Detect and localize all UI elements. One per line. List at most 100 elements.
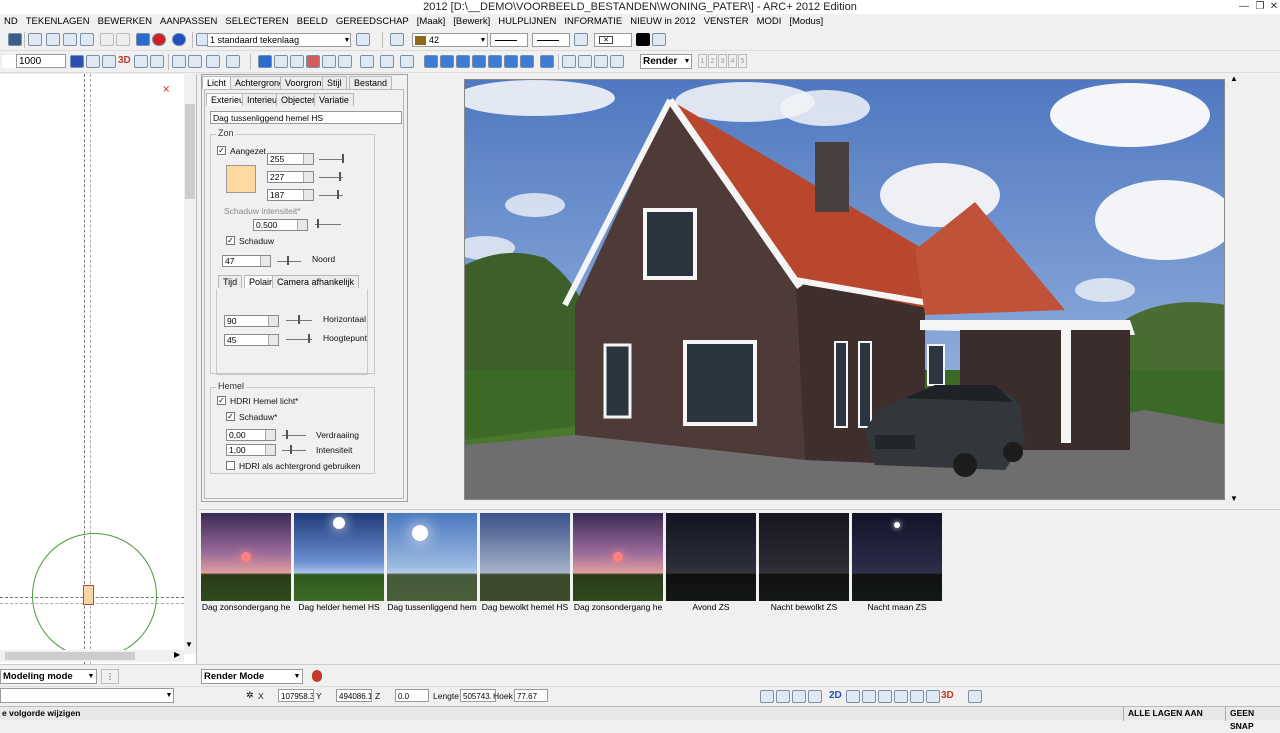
stop-icon[interactable] — [152, 33, 166, 46]
paste-icon[interactable] — [80, 33, 94, 46]
intensiteit-input[interactable]: 1,00 — [226, 444, 276, 456]
y-input[interactable]: 494086.1 — [336, 689, 372, 702]
sun-red-slider[interactable] — [319, 154, 347, 164]
x-input[interactable]: 107958.3 — [278, 689, 314, 702]
preset-box-3[interactable]: 3 — [718, 54, 727, 68]
modeling-mode-select[interactable]: Modeling mode — [0, 669, 97, 684]
preset-box-2[interactable]: 2 — [708, 54, 717, 68]
sky-preset-thumbnail[interactable]: Avond ZS — [666, 513, 756, 613]
view-3d-button[interactable]: 3D — [118, 55, 131, 66]
menu-item-11[interactable]: NIEUW in 2012 — [626, 14, 699, 29]
redo-icon[interactable] — [116, 33, 130, 46]
arrow-up-icon[interactable] — [136, 33, 150, 46]
camera-marker-icon[interactable] — [83, 585, 94, 605]
lineweight-select[interactable] — [532, 33, 570, 47]
pen-tool-icon[interactable] — [380, 55, 394, 68]
horizontal-scrollbar[interactable]: ▶ — [0, 650, 184, 662]
minimize-button[interactable]: — — [1236, 0, 1252, 14]
noord-input[interactable]: 47 — [222, 255, 271, 267]
pan-icon[interactable] — [456, 55, 470, 68]
mode-extra-button[interactable]: ⋮ — [101, 669, 119, 684]
close-button[interactable]: ✕ — [1266, 0, 1280, 14]
print-icon[interactable] — [28, 33, 42, 46]
stretch-icon[interactable] — [488, 55, 502, 68]
preset-box-1[interactable]: 1 — [698, 54, 707, 68]
schaduw-checkbox[interactable]: ✓ — [226, 236, 235, 245]
pencil-icon[interactable] — [2, 55, 16, 68]
hdri-background-checkbox[interactable] — [226, 461, 235, 470]
render-scrollbar[interactable]: ▲ ▼ — [1230, 74, 1242, 504]
sun-green-slider[interactable] — [319, 172, 347, 182]
pause-icon[interactable] — [70, 55, 84, 68]
menu-item-14[interactable]: [Modus] — [785, 14, 827, 29]
scale-input[interactable]: 1000 — [16, 54, 66, 68]
pen-icon[interactable] — [390, 33, 404, 46]
z-input[interactable]: 0.0 — [395, 689, 429, 702]
view-3d-bottom-button[interactable]: 3D — [941, 690, 954, 701]
sun-color-swatch[interactable] — [226, 165, 256, 193]
linetype-select[interactable] — [490, 33, 528, 47]
grid-icon[interactable] — [86, 55, 100, 68]
tab-sun-mode-2[interactable]: Camera afhankelijk — [272, 275, 360, 288]
pan-hand-icon[interactable] — [808, 690, 822, 703]
snap-status[interactable]: GEEN SNAP — [1225, 707, 1280, 731]
preset-box-5[interactable]: 5 — [738, 54, 747, 68]
hoogtepunt-slider[interactable] — [286, 334, 316, 344]
save-icon[interactable] — [8, 33, 22, 46]
zoom-in-icon[interactable] — [776, 690, 790, 703]
chevron-down-icon[interactable]: ▼ — [292, 670, 302, 683]
intensiteit-slider[interactable] — [282, 445, 310, 455]
aangezet-checkbox[interactable]: ✓ — [217, 146, 226, 155]
chevron-down-icon[interactable]: ▼ — [86, 670, 96, 683]
sun-blue-slider[interactable] — [319, 190, 347, 200]
command-input[interactable] — [0, 688, 174, 703]
view-front-icon[interactable] — [846, 690, 860, 703]
layer-select[interactable]: 1 standaard tekenlaag — [207, 33, 351, 47]
preset-box-4[interactable]: 4 — [728, 54, 737, 68]
preset-field[interactable]: Dag tussenliggend hemel HS — [210, 111, 402, 124]
noord-slider[interactable] — [277, 256, 305, 266]
select-arrow-icon[interactable] — [258, 55, 272, 68]
sun-blue-input[interactable]: 187 — [267, 189, 314, 201]
move-icon[interactable] — [424, 55, 438, 68]
horizontaal-slider[interactable] — [286, 315, 316, 325]
menu-item-12[interactable]: VENSTER — [700, 14, 753, 29]
zoom-icon[interactable] — [134, 55, 148, 68]
cut-icon[interactable] — [46, 33, 60, 46]
extend-icon[interactable] — [578, 55, 592, 68]
zoom-out-icon[interactable] — [792, 690, 806, 703]
refresh-view-icon[interactable] — [968, 690, 982, 703]
menu-item-0[interactable]: ND — [0, 14, 22, 29]
verdraaiing-slider[interactable] — [282, 430, 310, 440]
hoek-input[interactable]: 77.67 — [514, 689, 548, 702]
offset-icon[interactable] — [610, 55, 624, 68]
menu-item-5[interactable]: BEELD — [293, 14, 332, 29]
tab-top-0[interactable]: Licht — [202, 76, 232, 89]
orbit-icon[interactable] — [472, 55, 486, 68]
layers-status[interactable]: ALLE LAGEN AAN — [1123, 707, 1207, 721]
close-view-icon[interactable]: ⨯ — [162, 84, 170, 95]
chevron-down-icon[interactable]: ▼ — [478, 34, 488, 47]
hoogtepunt-input[interactable]: 45 — [224, 334, 279, 346]
transform-icon[interactable] — [172, 55, 186, 68]
render-status-icon[interactable] — [312, 670, 322, 682]
menu-item-10[interactable]: INFORMATIE — [560, 14, 626, 29]
tab-sub-3[interactable]: Variatie — [314, 93, 354, 106]
marker-icon[interactable] — [306, 55, 320, 68]
menu-item-4[interactable]: SELECTEREN — [221, 14, 292, 29]
sky-preset-thumbnail[interactable]: Dag helder hemel HS — [294, 513, 384, 613]
snap-icon[interactable]: ✲ — [246, 690, 254, 701]
menu-item-7[interactable]: [Maak] — [413, 14, 450, 29]
tab-top-4[interactable]: Bestand — [349, 76, 393, 89]
view-2d-button[interactable]: 2D — [829, 690, 842, 701]
menu-item-8[interactable]: [Bewerk] — [449, 14, 494, 29]
menu-item-6[interactable]: GEREEDSCHAP — [332, 14, 413, 29]
view-left-icon[interactable] — [878, 690, 892, 703]
menu-item-2[interactable]: BEWERKEN — [94, 14, 156, 29]
brush-icon[interactable] — [322, 55, 336, 68]
hatch-select[interactable]: ✕ — [594, 33, 632, 47]
rotate-icon[interactable] — [188, 55, 202, 68]
object-icon[interactable] — [150, 55, 164, 68]
scale-icon[interactable] — [504, 55, 518, 68]
verdraaiing-input[interactable]: 0,00 — [226, 429, 276, 441]
